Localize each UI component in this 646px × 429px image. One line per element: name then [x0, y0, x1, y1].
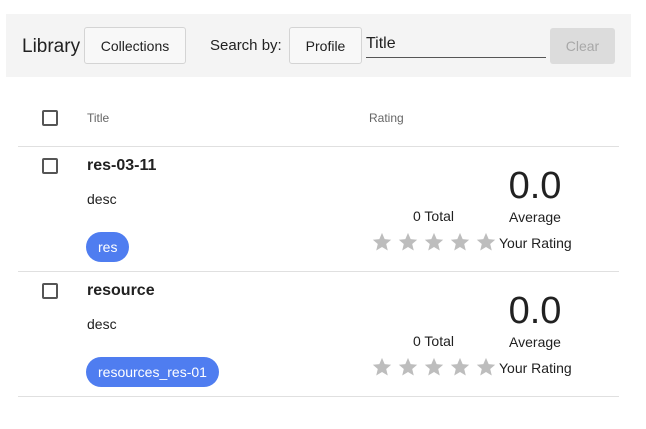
- star-5-icon[interactable]: [473, 230, 499, 254]
- average-rating-value: 0.0: [508, 290, 562, 332]
- clear-button[interactable]: Clear: [550, 28, 615, 64]
- row-divider: [18, 271, 619, 272]
- your-rating-label: Your Rating: [499, 360, 572, 376]
- star-1-icon[interactable]: [369, 230, 395, 254]
- search-by-label: Search by:: [210, 37, 282, 54]
- tag-chip[interactable]: resources_res-01: [86, 357, 219, 387]
- star-2-icon[interactable]: [395, 355, 421, 379]
- star-2-icon[interactable]: [395, 230, 421, 254]
- profile-button[interactable]: Profile: [289, 27, 362, 64]
- title-column-header[interactable]: Title: [87, 111, 109, 125]
- search-input[interactable]: [366, 30, 546, 58]
- tag-chip[interactable]: res: [86, 232, 130, 262]
- library-toolbar: Library Collections Search by: Profile C…: [6, 14, 631, 77]
- header-divider: [18, 146, 619, 147]
- average-label: Average: [509, 334, 561, 350]
- star-rating[interactable]: [369, 230, 499, 254]
- select-all-checkbox[interactable]: [42, 110, 58, 126]
- row-divider: [18, 396, 619, 397]
- star-4-icon[interactable]: [447, 230, 473, 254]
- rating-column-header[interactable]: Rating: [369, 111, 404, 125]
- resource-description: desc: [87, 316, 117, 332]
- star-4-icon[interactable]: [447, 355, 473, 379]
- star-5-icon[interactable]: [473, 355, 499, 379]
- star-3-icon[interactable]: [421, 230, 447, 254]
- rating-total: 0 Total: [413, 333, 454, 349]
- collections-button[interactable]: Collections: [84, 27, 186, 64]
- average-label: Average: [509, 209, 561, 225]
- resource-title[interactable]: resource: [87, 282, 155, 300]
- star-rating[interactable]: [369, 355, 499, 379]
- row-checkbox[interactable]: [42, 158, 58, 174]
- star-1-icon[interactable]: [369, 355, 395, 379]
- resource-title[interactable]: res-03-11: [87, 157, 156, 175]
- resource-description: desc: [87, 191, 117, 207]
- average-rating-value: 0.0: [508, 165, 562, 207]
- star-3-icon[interactable]: [421, 355, 447, 379]
- library-title: Library: [22, 36, 81, 57]
- your-rating-label: Your Rating: [499, 235, 572, 251]
- rating-total: 0 Total: [413, 208, 454, 224]
- row-checkbox[interactable]: [42, 283, 58, 299]
